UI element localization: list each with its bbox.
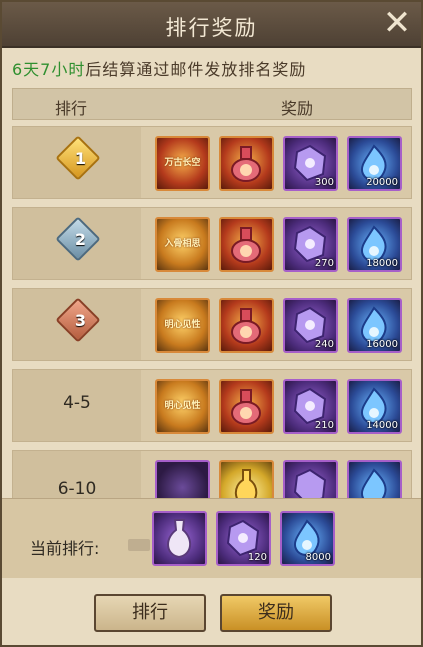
reward-item[interactable]: 万古长空 bbox=[155, 136, 210, 191]
title-seal: 入骨相思 bbox=[164, 239, 201, 249]
reward-item[interactable]: 18000 bbox=[347, 217, 402, 272]
reward-item[interactable] bbox=[283, 460, 338, 498]
item-quantity: 18000 bbox=[366, 258, 398, 269]
rank-row: 2 入骨相思 270 18000 bbox=[12, 207, 412, 280]
panel-title: 排行奖励 bbox=[165, 16, 258, 40]
reward-item[interactable]: 270 bbox=[283, 217, 338, 272]
rank-tab-button[interactable]: 排行 bbox=[94, 594, 206, 632]
current-rank-bar: 当前排行: 120 8000 bbox=[2, 498, 421, 578]
reward-item[interactable] bbox=[219, 217, 274, 272]
current-reward-item[interactable] bbox=[152, 511, 207, 566]
item-quantity: 14000 bbox=[366, 420, 398, 431]
reward-panel: 排行奖励 ✕ 6天7小时后结算通过邮件发放排名奖励 排行 奖励 1 万古长空 3… bbox=[0, 0, 423, 647]
rank-badge-icon: 1 bbox=[55, 135, 101, 181]
countdown-time: 6天7小时 bbox=[12, 60, 86, 79]
settlement-notice: 6天7小时后结算通过邮件发放排名奖励 bbox=[12, 56, 306, 80]
vase-icon bbox=[231, 146, 261, 182]
gold-bottle-icon bbox=[234, 469, 258, 498]
table-header: 排行 奖励 bbox=[12, 88, 412, 120]
rank-cell: 3 bbox=[13, 289, 141, 360]
reward-item[interactable]: 210 bbox=[283, 379, 338, 434]
item-quantity: 270 bbox=[314, 258, 334, 269]
reward-item[interactable]: 240 bbox=[283, 298, 338, 353]
reward-item[interactable] bbox=[219, 379, 274, 434]
reward-item[interactable] bbox=[219, 298, 274, 353]
reward-item[interactable] bbox=[155, 460, 210, 498]
rank-row: 3 明心见性 240 16000 bbox=[12, 288, 412, 361]
item-quantity: 210 bbox=[314, 420, 334, 431]
reward-item[interactable] bbox=[219, 460, 274, 498]
rank-row: 6-10 bbox=[12, 450, 412, 498]
vase-icon bbox=[231, 308, 261, 344]
blue-flame-icon bbox=[361, 468, 387, 498]
reward-item[interactable]: 16000 bbox=[347, 298, 402, 353]
vase-icon bbox=[231, 227, 261, 263]
item-quantity: 300 bbox=[314, 177, 334, 188]
title-seal: 明心见性 bbox=[164, 401, 201, 411]
reward-item[interactable]: 14000 bbox=[347, 379, 402, 434]
rank-badge-icon: 2 bbox=[55, 216, 101, 262]
title-bar: 排行奖励 ✕ bbox=[2, 2, 421, 48]
item-quantity: 20000 bbox=[366, 177, 398, 188]
white-vase-icon bbox=[167, 519, 191, 559]
current-rank-placeholder bbox=[128, 539, 150, 551]
item-quantity: 16000 bbox=[366, 339, 398, 350]
reward-item[interactable]: 明心见性 bbox=[155, 379, 210, 434]
close-icon[interactable]: ✕ bbox=[379, 6, 415, 42]
vase-icon bbox=[231, 389, 261, 425]
current-reward-item[interactable]: 8000 bbox=[280, 511, 335, 566]
crystal-icon bbox=[293, 468, 327, 498]
rank-cell: 1 bbox=[13, 127, 141, 198]
rank-cell: 6-10 bbox=[13, 451, 141, 498]
rank-cell: 4-5 bbox=[13, 370, 141, 441]
header-reward: 奖励 bbox=[281, 99, 314, 118]
reward-list[interactable]: 1 万古长空 300 20000 2 入骨相思 270 18000 3 明心见性… bbox=[12, 126, 412, 498]
rank-row: 1 万古长空 300 20000 bbox=[12, 126, 412, 199]
current-reward-item[interactable]: 120 bbox=[216, 511, 271, 566]
reward-item[interactable] bbox=[347, 460, 402, 498]
title-seal: 万古长空 bbox=[164, 158, 201, 168]
item-quantity: 240 bbox=[314, 339, 334, 350]
rank-range-label: 6-10 bbox=[57, 479, 97, 498]
reward-item[interactable]: 明心见性 bbox=[155, 298, 210, 353]
reward-item[interactable]: 入骨相思 bbox=[155, 217, 210, 272]
item-quantity: 120 bbox=[247, 552, 267, 563]
header-rank: 排行 bbox=[55, 99, 88, 118]
reward-item[interactable]: 300 bbox=[283, 136, 338, 191]
notice-text: 后结算通过邮件发放排名奖励 bbox=[85, 60, 307, 79]
rank-row: 4-5 明心见性 210 14000 bbox=[12, 369, 412, 442]
reward-tab-button[interactable]: 奖励 bbox=[220, 594, 332, 632]
title-seal: 明心见性 bbox=[164, 320, 201, 330]
rank-badge-icon: 3 bbox=[55, 297, 101, 343]
rank-range-label: 4-5 bbox=[63, 393, 91, 413]
reward-item[interactable]: 20000 bbox=[347, 136, 402, 191]
rank-cell: 2 bbox=[13, 208, 141, 279]
current-rank-label: 当前排行: bbox=[30, 539, 100, 558]
item-quantity: 8000 bbox=[305, 552, 331, 563]
reward-item[interactable] bbox=[219, 136, 274, 191]
